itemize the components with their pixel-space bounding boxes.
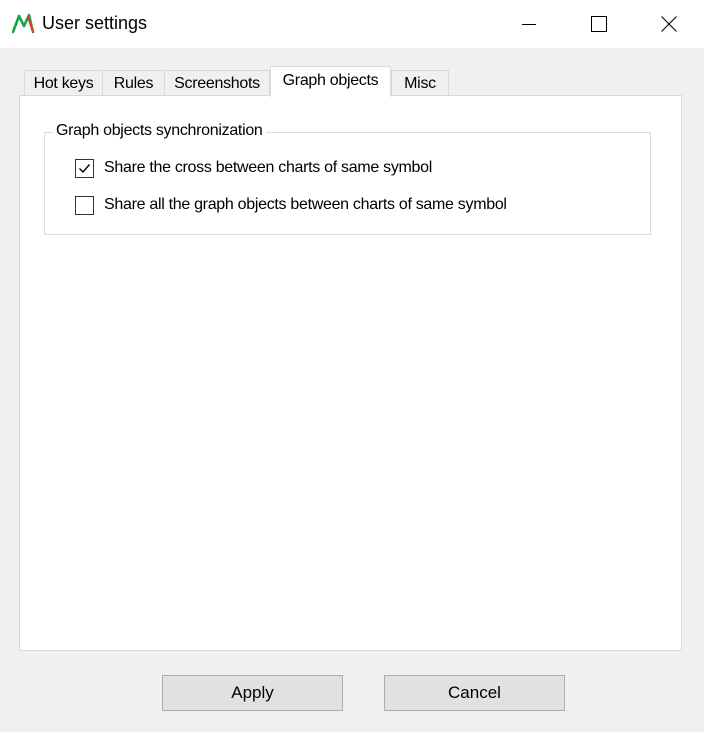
tab-rules[interactable]: Rules bbox=[102, 70, 165, 96]
user-settings-window: User settings Hot keys Rules Screenshots… bbox=[0, 0, 704, 732]
maximize-button[interactable] bbox=[564, 0, 634, 48]
close-button[interactable] bbox=[634, 0, 704, 48]
cancel-button[interactable]: Cancel bbox=[384, 675, 565, 711]
group-legend: Graph objects synchronization bbox=[53, 122, 266, 140]
share-all-objects-checkbox[interactable] bbox=[75, 195, 94, 215]
apply-button[interactable]: Apply bbox=[162, 675, 343, 711]
graph-objects-panel: Graph objects synchronization Share the … bbox=[19, 95, 682, 651]
share-cross-checkbox[interactable] bbox=[75, 158, 94, 178]
share-all-objects-label[interactable]: Share all the graph objects between char… bbox=[104, 196, 507, 214]
share-cross-option[interactable]: Share the cross between charts of same s… bbox=[75, 157, 432, 179]
share-all-objects-option[interactable]: Share all the graph objects between char… bbox=[75, 194, 507, 216]
maximize-icon bbox=[591, 16, 607, 32]
title-bar[interactable]: User settings bbox=[0, 0, 704, 48]
window-title: User settings bbox=[42, 13, 148, 33]
app-logo-icon bbox=[12, 13, 35, 34]
tab-screenshots[interactable]: Screenshots bbox=[164, 70, 270, 96]
checkmark-icon bbox=[79, 163, 91, 173]
graph-objects-sync-group: Graph objects synchronization Share the … bbox=[44, 122, 651, 235]
close-icon bbox=[661, 16, 677, 32]
share-cross-label[interactable]: Share the cross between charts of same s… bbox=[104, 159, 432, 177]
tab-hot-keys[interactable]: Hot keys bbox=[24, 70, 103, 96]
minimize-icon bbox=[522, 24, 536, 25]
minimize-button[interactable] bbox=[494, 0, 564, 48]
tab-misc[interactable]: Misc bbox=[391, 70, 449, 96]
tab-graph-objects[interactable]: Graph objects bbox=[270, 66, 391, 97]
